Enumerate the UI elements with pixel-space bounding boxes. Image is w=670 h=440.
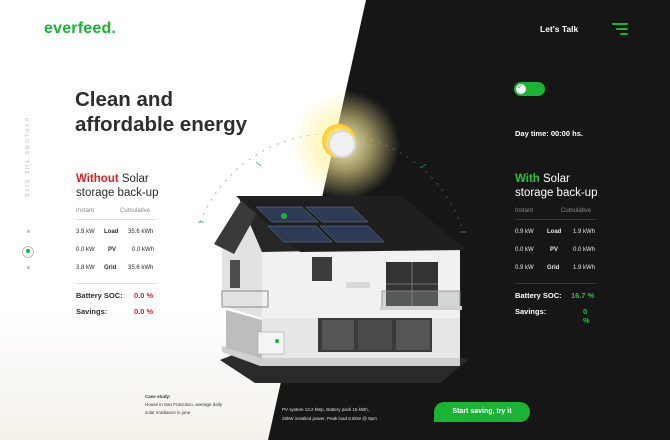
lets-talk-link[interactable]: Let's Talk [540, 24, 578, 34]
hero-line-1: Clean and [75, 88, 173, 111]
right-divider [515, 283, 595, 284]
with-solar-title: With Solar storage back-up [515, 173, 598, 199]
left-col-cumulative: Cumulative [120, 208, 151, 214]
vertical-explore-label: EXPLORE THE SITE [23, 118, 29, 199]
left-divider [76, 219, 156, 220]
solar-toggle-switch[interactable]: ✓ [514, 82, 545, 96]
without-solar-title: Without Solar storage back-up [76, 173, 159, 199]
check-icon: ✓ [517, 84, 523, 91]
left-savings: Savings: 0.0 % [76, 307, 154, 316]
right-col-cumulative: Cumulative [561, 208, 592, 214]
case-study-note: Case study: House in San Francisco, aver… [145, 394, 223, 415]
right-col-instant: Instant [515, 208, 534, 214]
daytime-readout: Day time: 00:00 hs. [515, 129, 583, 138]
right-savings: Savings: 0 % [515, 307, 590, 325]
hero-title: Clean and affordable energy [75, 87, 247, 137]
house-illustration [214, 196, 468, 383]
left-col-instant: Instant [76, 208, 95, 214]
left-divider [76, 283, 156, 284]
brand-logo[interactable]: everfeed. [44, 20, 116, 38]
hero-line-2: affordable energy [75, 113, 248, 136]
start-saving-button[interactable]: Start saving, try it [434, 402, 530, 422]
left-battery-soc: Battery SOC: 0.0 % [76, 291, 154, 300]
system-specs-note: PV system 13.2 kWp, Battery pack 15 kWh,… [282, 407, 377, 421]
right-battery-soc: Battery SOC: 16.7 % [515, 291, 595, 300]
hamburger-menu-icon[interactable] [612, 23, 628, 35]
right-divider [515, 219, 595, 220]
